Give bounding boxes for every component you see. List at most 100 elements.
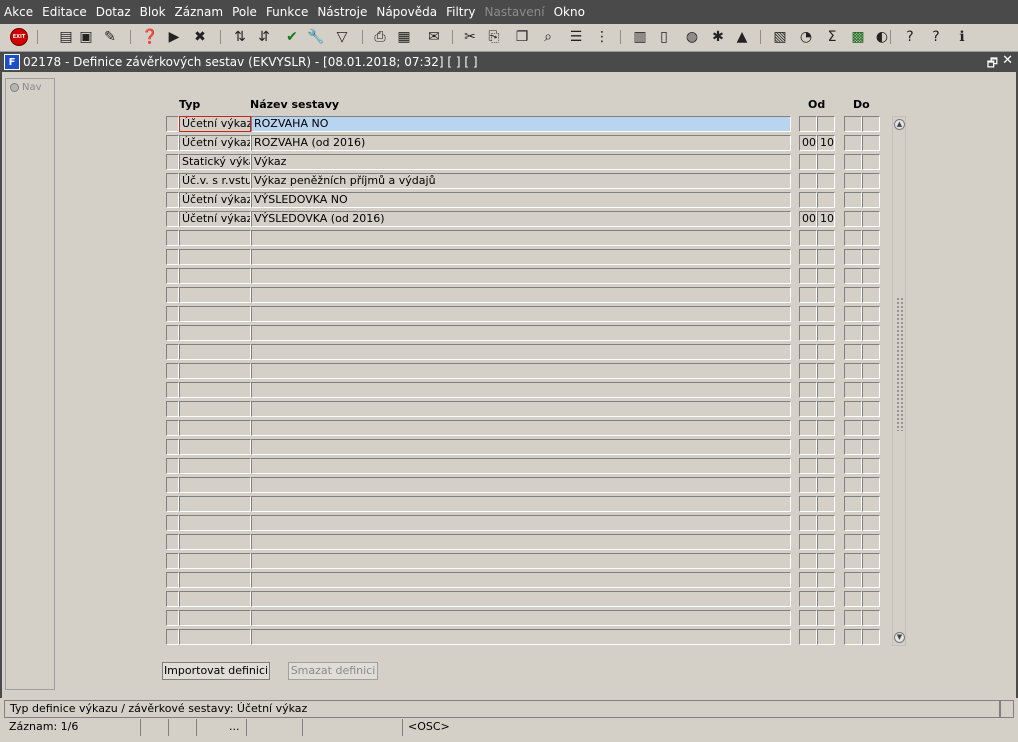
do-field-1[interactable] [844, 363, 862, 379]
typ-field[interactable] [179, 306, 251, 322]
menu-item-9[interactable]: Filtry [446, 5, 475, 19]
row-selector[interactable] [166, 515, 179, 531]
do-field-2[interactable] [862, 135, 880, 151]
od-field-2[interactable] [817, 420, 835, 436]
chart-icon[interactable]: ▧ [770, 27, 790, 47]
row-selector[interactable] [166, 268, 179, 284]
row-selector[interactable] [166, 116, 179, 132]
mail-icon[interactable]: ✉ [424, 27, 444, 47]
typ-field[interactable] [179, 268, 251, 284]
nazev-field[interactable] [251, 496, 791, 512]
do-field-2[interactable] [862, 458, 880, 474]
do-field-1[interactable] [844, 211, 862, 227]
row-selector[interactable] [166, 154, 179, 170]
execute-query-icon[interactable]: ▶ [164, 27, 184, 47]
menu-item-6[interactable]: Funkce [266, 5, 308, 19]
nazev-field[interactable]: VÝSLEDOVKA (od 2016) [251, 211, 791, 227]
typ-field[interactable] [179, 230, 251, 246]
do-field-1[interactable] [844, 534, 862, 550]
row-selector[interactable] [166, 534, 179, 550]
row-selector[interactable] [166, 591, 179, 607]
nazev-field[interactable] [251, 477, 791, 493]
do-field-2[interactable] [862, 629, 880, 645]
od-field-2[interactable] [817, 515, 835, 531]
do-field-2[interactable] [862, 154, 880, 170]
context-help-icon[interactable]: ? [926, 27, 946, 47]
typ-field[interactable] [179, 610, 251, 626]
do-field-2[interactable] [862, 287, 880, 303]
find-icon[interactable]: ⌕ [538, 27, 558, 47]
menu-item-4[interactable]: Záznam [175, 5, 224, 19]
nazev-field[interactable] [251, 553, 791, 569]
od-field-2[interactable] [817, 401, 835, 417]
od-field-1[interactable] [799, 553, 817, 569]
sort-desc-icon[interactable]: ⇵ [254, 27, 274, 47]
od-field-1[interactable] [799, 192, 817, 208]
row-selector[interactable] [166, 211, 179, 227]
typ-field[interactable] [179, 249, 251, 265]
sort-asc-icon[interactable]: ⇅ [230, 27, 250, 47]
do-field-2[interactable] [862, 591, 880, 607]
od-field-2[interactable] [817, 249, 835, 265]
nazev-field[interactable] [251, 363, 791, 379]
typ-field[interactable] [179, 572, 251, 588]
od-field-1[interactable]: 00 [799, 135, 817, 151]
od-field-1[interactable] [799, 249, 817, 265]
typ-field[interactable] [179, 458, 251, 474]
menu-item-5[interactable]: Pole [232, 5, 257, 19]
typ-field[interactable] [179, 439, 251, 455]
do-field-1[interactable] [844, 268, 862, 284]
od-field-1[interactable] [799, 629, 817, 645]
od-field-2[interactable] [817, 534, 835, 550]
do-field-2[interactable] [862, 344, 880, 360]
triangle-icon[interactable]: ▲ [732, 27, 752, 47]
list-icon[interactable]: ☰ [566, 27, 586, 47]
nav-item[interactable]: Nav [10, 82, 42, 93]
typ-field[interactable] [179, 515, 251, 531]
do-field-1[interactable] [844, 496, 862, 512]
menu-item-0[interactable]: Akce [4, 5, 33, 19]
tree-icon[interactable]: ⋮ [592, 27, 612, 47]
od-field-2[interactable] [817, 591, 835, 607]
row-selector[interactable] [166, 610, 179, 626]
od-field-2[interactable] [817, 496, 835, 512]
typ-field[interactable] [179, 363, 251, 379]
do-field-2[interactable] [862, 230, 880, 246]
od-field-1[interactable] [799, 496, 817, 512]
nazev-field[interactable]: VÝSLEDOVKA NO [251, 192, 791, 208]
row-selector[interactable] [166, 135, 179, 151]
od-field-2[interactable] [817, 268, 835, 284]
od-field-1[interactable] [799, 344, 817, 360]
od-field-2[interactable] [817, 629, 835, 645]
do-field-2[interactable] [862, 268, 880, 284]
do-field-1[interactable] [844, 572, 862, 588]
od-field-2[interactable] [817, 154, 835, 170]
nazev-field[interactable]: ROZVAHA NO [251, 116, 791, 132]
do-field-1[interactable] [844, 553, 862, 569]
od-field-1[interactable] [799, 572, 817, 588]
row-selector[interactable] [166, 553, 179, 569]
delete-definition-button[interactable]: Smazat definici [288, 662, 378, 680]
typ-field[interactable] [179, 534, 251, 550]
scroll-up-icon[interactable]: ▲ [894, 119, 905, 130]
row-selector[interactable] [166, 306, 179, 322]
typ-field[interactable] [179, 287, 251, 303]
menu-item-7[interactable]: Nástroje [317, 5, 367, 19]
typ-field[interactable] [179, 591, 251, 607]
od-field-1[interactable] [799, 610, 817, 626]
od-field-2[interactable] [817, 572, 835, 588]
od-field-1[interactable] [799, 439, 817, 455]
od-field-1[interactable] [799, 363, 817, 379]
do-field-1[interactable] [844, 629, 862, 645]
do-field-2[interactable] [862, 439, 880, 455]
do-field-2[interactable] [862, 211, 880, 227]
typ-field[interactable]: Účetní výkaz [179, 211, 251, 227]
do-field-1[interactable] [844, 192, 862, 208]
do-field-1[interactable] [844, 325, 862, 341]
od-field-1[interactable] [799, 268, 817, 284]
close-window-button[interactable]: ✕ [1002, 53, 1013, 68]
print-icon[interactable]: ⎙ [370, 27, 390, 47]
od-field-1[interactable] [799, 116, 817, 132]
od-field-2[interactable] [817, 382, 835, 398]
od-field-2[interactable] [817, 363, 835, 379]
